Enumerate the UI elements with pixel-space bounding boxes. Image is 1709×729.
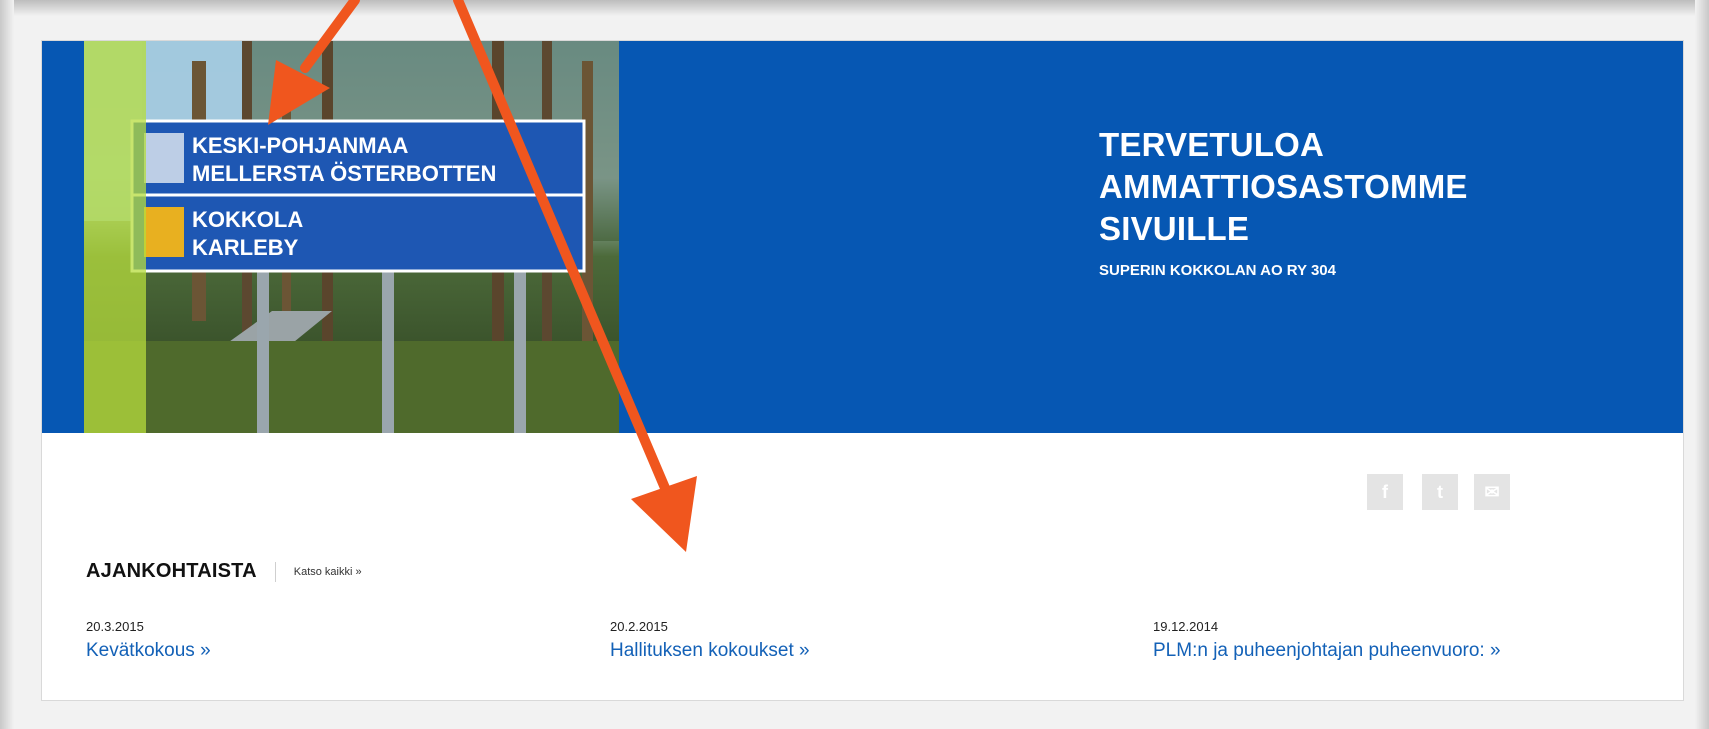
- facebook-icon: f: [1382, 481, 1388, 502]
- email-share-button[interactable]: ✉: [1474, 474, 1510, 510]
- news-header-divider: [274, 561, 276, 582]
- news-header: AJANKOHTAISTA Katso kaikki »: [86, 560, 362, 583]
- hero-photo: KESKI-POHJANMAA MELLERSTA ÖSTERBOTTEN KO…: [42, 41, 619, 433]
- hero-banner: KESKI-POHJANMAA MELLERSTA ÖSTERBOTTEN KO…: [42, 41, 1683, 433]
- news-item: 19.12.2014 PLM:n ja puheenjohtajan puhee…: [1153, 619, 1501, 662]
- screen-left-shadow: [0, 0, 14, 729]
- news-date: 20.3.2015: [86, 619, 144, 634]
- page-container: KESKI-POHJANMAA MELLERSTA ÖSTERBOTTEN KO…: [41, 40, 1684, 701]
- email-icon: ✉: [1484, 481, 1500, 502]
- facebook-share-button[interactable]: f: [1367, 474, 1403, 510]
- hero-title: TERVETULOA AMMATTIOSASTOMME SIVUILLE: [1099, 126, 1468, 247]
- sign-text-2: MELLERSTA ÖSTERBOTTEN: [192, 161, 496, 186]
- sign-text-1: KESKI-POHJANMAA: [192, 133, 408, 158]
- news-link[interactable]: Hallituksen kokoukset »: [610, 640, 810, 662]
- news-date: 20.2.2015: [610, 619, 668, 634]
- news-date: 19.12.2014: [1153, 619, 1219, 634]
- hero-subtitle: SUPERIN KOKKOLAN AO RY 304: [1099, 262, 1336, 279]
- view-all-news-link[interactable]: Katso kaikki »: [294, 566, 362, 578]
- hero-text-block: TERVETULOA AMMATTIOSASTOMME SIVUILLE SUP…: [1099, 124, 1579, 279]
- sign-text-4: KARLEBY: [192, 235, 299, 260]
- news-link[interactable]: PLM:n ja puheenjohtajan puheenvuoro: »: [1153, 640, 1501, 662]
- twitter-share-button[interactable]: t: [1422, 474, 1458, 510]
- sign-text-3: KOKKOLA: [192, 207, 303, 232]
- news-item: 20.3.2015 Kevätkokous »: [86, 619, 211, 662]
- screen-top-shadow: [0, 0, 1709, 16]
- news-section-title: AJANKOHTAISTA: [86, 560, 257, 582]
- news-link[interactable]: Kevätkokous »: [86, 640, 211, 662]
- news-item: 20.2.2015 Hallituksen kokoukset »: [610, 619, 810, 662]
- twitter-icon: t: [1437, 481, 1443, 502]
- screen-right-shadow: [1695, 0, 1709, 729]
